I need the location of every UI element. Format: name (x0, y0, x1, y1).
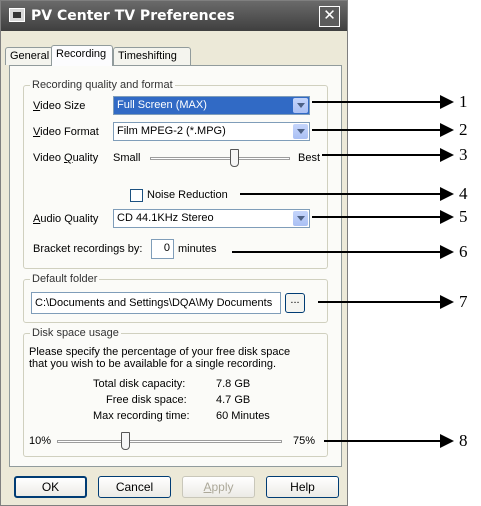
disk-slider-max-label: 75% (293, 435, 316, 447)
free-space-label: Free disk space: (106, 394, 187, 406)
callout-line-1 (312, 101, 442, 103)
video-quality-slider[interactable] (150, 157, 290, 160)
arrowhead-icon (440, 148, 454, 162)
callout-line-5 (312, 216, 442, 218)
bracket-minutes-unit: minutes (178, 243, 217, 255)
disk-space-description-line2: that you wish to be available for a sing… (29, 358, 277, 370)
window-title: PV Center TV Preferences (31, 8, 235, 24)
chevron-down-icon[interactable] (293, 211, 308, 226)
cancel-button[interactable]: Cancel (98, 476, 171, 498)
callout-number-4: 4 (459, 184, 468, 203)
callout-line-8 (324, 440, 442, 442)
audio-quality-label: Audio Quality (33, 213, 99, 225)
arrowhead-icon (440, 123, 454, 137)
audio-quality-dropdown[interactable]: CD 44.1KHz Stereo (113, 209, 310, 228)
noise-reduction-checkbox[interactable] (130, 189, 143, 202)
video-size-value: Full Screen (MAX) (117, 99, 207, 111)
recording-quality-title: Recording quality and format (32, 79, 173, 91)
total-capacity-value: 7.8 GB (216, 378, 251, 390)
tab-general[interactable]: General (5, 47, 53, 65)
video-quality-label: Video Quality (33, 152, 99, 164)
browse-folder-button[interactable]: ... (285, 293, 305, 313)
arrowhead-icon (440, 187, 454, 201)
callout-line-3 (322, 154, 442, 156)
video-format-value: Film MPEG-2 (*.MPG) (117, 125, 226, 137)
callout-number-6: 6 (459, 242, 468, 261)
audio-quality-value: CD 44.1KHz Stereo (117, 212, 214, 224)
default-folder-path-field[interactable]: C:\Documents and Settings\DQA\My Documen… (31, 292, 281, 314)
arrowhead-icon (440, 210, 454, 224)
video-format-label: Video Format (33, 126, 99, 138)
disk-usage-slider-thumb[interactable] (121, 432, 130, 450)
callout-number-3: 3 (459, 145, 468, 164)
callout-number-1: 1 (459, 92, 468, 111)
bracket-recordings-label: Bracket recordings by: (33, 243, 143, 255)
video-size-label: Video Size (33, 100, 86, 112)
callout-line-6 (232, 251, 442, 253)
tab-recording[interactable]: Recording (51, 45, 113, 66)
video-size-dropdown[interactable]: Full Screen (MAX) (113, 96, 310, 115)
help-button[interactable]: Help (266, 476, 339, 498)
recording-tab-panel: Recording quality and format Video Size … (9, 65, 342, 467)
disk-space-title: Disk space usage (32, 327, 119, 339)
close-button[interactable]: ✕ (319, 6, 340, 27)
callout-line-2 (312, 129, 442, 131)
noise-reduction-label: Noise Reduction (147, 189, 228, 201)
disk-space-description-line1: Please specify the percentage of your fr… (29, 346, 291, 358)
arrowhead-icon (440, 295, 454, 309)
tab-timeshifting[interactable]: Timeshifting (113, 47, 191, 65)
max-recording-time-value: 60 Minutes (216, 410, 270, 422)
callout-line-7 (318, 301, 442, 303)
title-bar[interactable]: PV Center TV Preferences ✕ (1, 1, 347, 31)
callout-number-7: 7 (459, 292, 468, 311)
video-quality-slider-thumb[interactable] (230, 149, 239, 167)
total-capacity-label: Total disk capacity: (93, 378, 186, 390)
video-format-dropdown[interactable]: Film MPEG-2 (*.MPG) (113, 122, 310, 141)
free-space-value: 4.7 GB (216, 394, 251, 406)
chevron-down-icon[interactable] (293, 98, 308, 113)
chevron-down-icon[interactable] (293, 124, 308, 139)
apply-button[interactable]: Apply (182, 476, 255, 498)
callout-number-8: 8 (459, 431, 468, 450)
arrowhead-icon (440, 245, 454, 259)
default-folder-title: Default folder (32, 273, 98, 285)
disk-usage-slider[interactable] (57, 440, 282, 443)
bracket-minutes-field[interactable]: 0 (151, 239, 174, 259)
ok-button[interactable]: OK (14, 476, 87, 498)
preferences-window: PV Center TV Preferences ✕ General Recor… (0, 0, 348, 506)
callout-number-5: 5 (459, 207, 468, 226)
tv-icon (9, 8, 25, 22)
video-quality-max-label: Best (298, 152, 321, 164)
arrowhead-icon (440, 95, 454, 109)
max-recording-time-label: Max recording time: (93, 410, 190, 422)
video-quality-min-label: Small (113, 152, 141, 164)
callout-line-4 (240, 193, 442, 195)
callout-number-2: 2 (459, 120, 468, 139)
disk-slider-min-label: 10% (29, 435, 52, 447)
arrowhead-icon (440, 434, 454, 448)
